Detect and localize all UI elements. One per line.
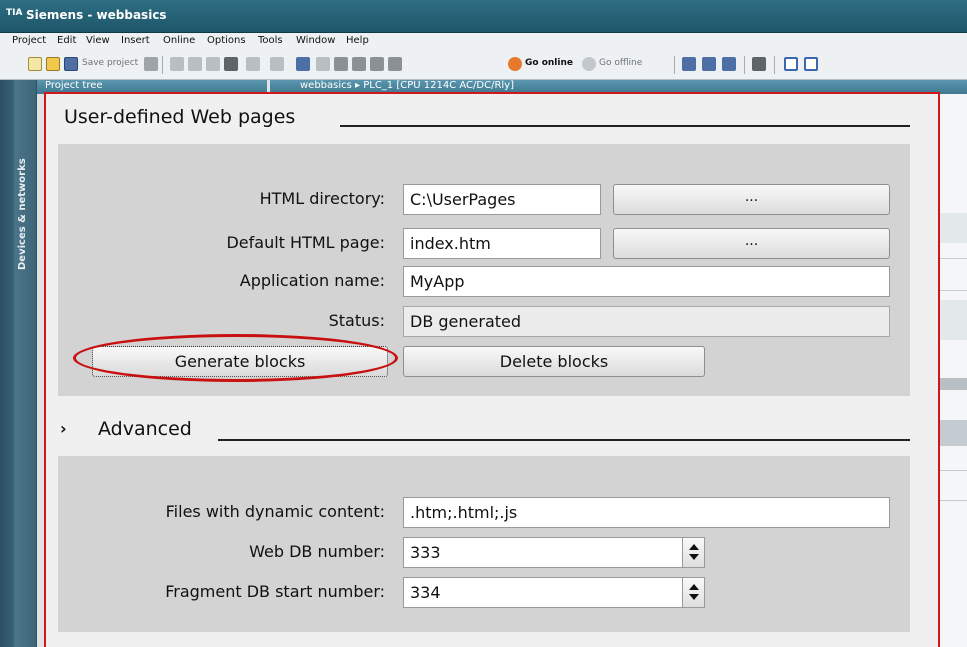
menu-online[interactable]: Online	[163, 35, 195, 46]
menu-project[interactable]: Project	[12, 35, 46, 46]
left-strip	[0, 80, 14, 647]
right-column-band	[940, 213, 967, 243]
application-name-label: Application name:	[239, 271, 385, 290]
html-directory-label: HTML directory:	[259, 189, 385, 208]
right-column-band	[940, 420, 967, 446]
spin-down-icon[interactable]	[689, 554, 699, 560]
menu-window[interactable]: Window	[296, 35, 335, 46]
menu-bar: Project Edit View Insert Online Options …	[0, 33, 967, 50]
undo-icon[interactable]	[246, 57, 260, 71]
new-project-icon[interactable]	[28, 57, 42, 71]
section-rule	[340, 125, 910, 127]
toolbar-separator	[774, 56, 775, 74]
dynamic-content-input[interactable]: .htm;.html;.js	[403, 497, 890, 528]
default-html-page-browse-button[interactable]: ...	[613, 228, 890, 259]
web-db-number-spinner[interactable]	[682, 538, 704, 567]
download-icon[interactable]	[316, 57, 330, 71]
right-column-band	[940, 300, 967, 340]
fragment-db-label: Fragment DB start number:	[165, 582, 385, 601]
html-directory-input[interactable]: C:\UserPages	[403, 184, 601, 215]
menu-help[interactable]: Help	[346, 35, 369, 46]
default-html-page-label: Default HTML page:	[226, 233, 385, 252]
save-icon[interactable]	[64, 57, 78, 71]
right-column-divider	[940, 258, 967, 259]
stop-cpu-icon[interactable]	[722, 57, 736, 71]
go-online-icon[interactable]	[508, 57, 522, 71]
highlight-ellipse	[73, 334, 398, 382]
right-column-divider	[940, 500, 967, 501]
title-bar: TIA Siemens - webbasics	[0, 0, 967, 33]
default-html-page-input[interactable]: index.htm	[403, 228, 601, 259]
menu-insert[interactable]: Insert	[121, 35, 150, 46]
menu-options[interactable]: Options	[207, 35, 246, 46]
section-title-web-pages: User-defined Web pages	[64, 106, 296, 128]
spin-up-icon[interactable]	[689, 584, 699, 590]
tia-logo-icon: TIA	[6, 8, 23, 18]
right-column-band	[940, 378, 967, 390]
toolbar-separator	[674, 56, 675, 74]
delete-icon[interactable]	[224, 57, 238, 71]
menu-view[interactable]: View	[86, 35, 110, 46]
right-column-divider	[940, 470, 967, 471]
split-horizontal-icon[interactable]	[784, 57, 798, 71]
web-db-number-input[interactable]: 333	[403, 537, 705, 568]
status-field: DB generated	[403, 306, 890, 337]
cut-icon[interactable]	[170, 57, 184, 71]
dynamic-content-label: Files with dynamic content:	[165, 502, 385, 521]
web-db-number-label: Web DB number:	[249, 542, 385, 561]
toolbar-separator	[162, 56, 163, 74]
section-rule	[218, 439, 910, 441]
delete-blocks-button[interactable]: Delete blocks	[403, 346, 705, 377]
properties-right-column	[940, 94, 967, 647]
go-offline-icon[interactable]	[582, 57, 596, 71]
spin-up-icon[interactable]	[689, 544, 699, 550]
split-vertical-icon[interactable]	[804, 57, 818, 71]
toolbar: Save project Go online Go offline	[0, 50, 967, 80]
fragment-db-spinner[interactable]	[682, 578, 704, 607]
paste-icon[interactable]	[206, 57, 220, 71]
web-db-number-value: 333	[410, 543, 441, 562]
print-icon[interactable]	[144, 57, 158, 71]
start-cpu-icon[interactable]	[702, 57, 716, 71]
fragment-db-input[interactable]: 334	[403, 577, 705, 608]
compile-icon[interactable]	[296, 57, 310, 71]
fragment-db-value: 334	[410, 583, 441, 602]
upload-icon[interactable]	[334, 57, 348, 71]
status-label: Status:	[328, 311, 385, 330]
help-icon[interactable]	[682, 57, 696, 71]
go-offline-label[interactable]: Go offline	[599, 58, 642, 68]
advanced-expand-icon[interactable]: ›	[60, 419, 67, 438]
window-title: Siemens - webbasics	[26, 8, 167, 22]
save-project-label[interactable]: Save project	[82, 58, 138, 68]
simulation-icon[interactable]	[352, 57, 366, 71]
html-directory-browse-button[interactable]: ...	[613, 184, 890, 215]
go-online-label[interactable]: Go online	[525, 58, 573, 68]
menu-tools[interactable]: Tools	[258, 35, 283, 46]
devices-networks-tab-label: Devices & networks	[17, 158, 28, 270]
close-view-icon[interactable]	[752, 57, 766, 71]
menu-edit[interactable]: Edit	[57, 35, 76, 46]
spin-down-icon[interactable]	[689, 594, 699, 600]
open-project-icon[interactable]	[46, 57, 60, 71]
section-title-advanced[interactable]: Advanced	[98, 418, 192, 440]
accessible-devices-icon[interactable]	[388, 57, 402, 71]
application-name-input[interactable]: MyApp	[403, 266, 890, 297]
redo-icon[interactable]	[270, 57, 284, 71]
advanced-group: Files with dynamic content: .htm;.html;.…	[58, 456, 910, 632]
monitor-icon[interactable]	[370, 57, 384, 71]
toolbar-separator	[744, 56, 745, 74]
right-column-divider	[940, 290, 967, 291]
copy-icon[interactable]	[188, 57, 202, 71]
